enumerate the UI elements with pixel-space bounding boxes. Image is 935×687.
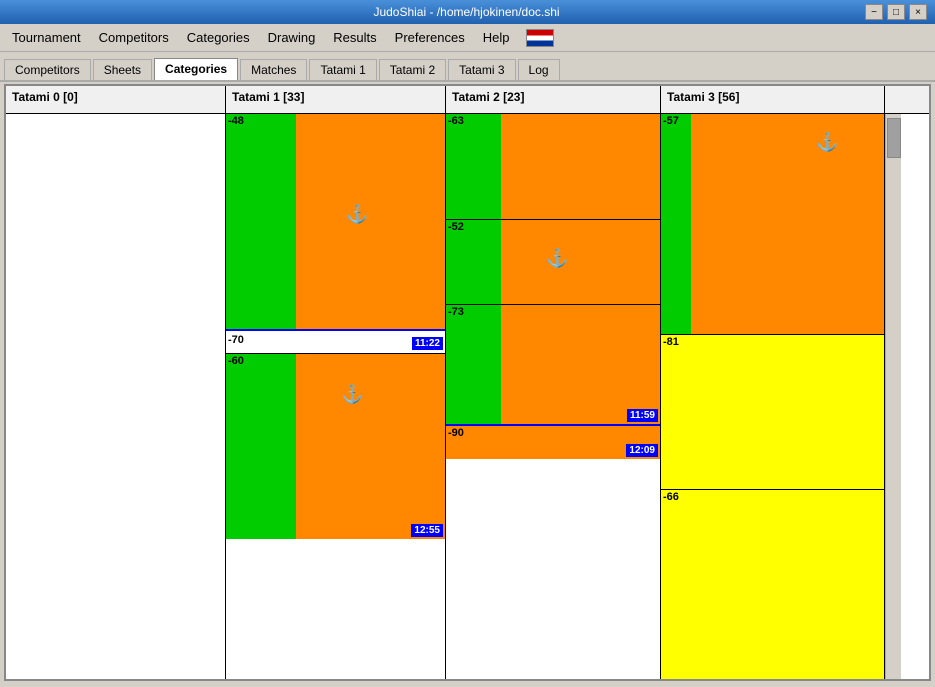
block-tatami1-60: -60 ⚓ 12:55	[226, 354, 445, 539]
menu-bar: Tournament Competitors Categories Drawin…	[0, 24, 935, 52]
block-tatami3-66: -66 14:43	[661, 489, 884, 679]
label-48: -48	[228, 115, 244, 127]
label-60: -60	[228, 355, 244, 367]
title-bar: JudoShiai - /home/hjokinen/doc.shi − □ ×	[0, 0, 935, 24]
label-90: -90	[448, 427, 464, 439]
tabs-bar: Competitors Sheets Categories Matches Ta…	[0, 52, 935, 82]
menu-item-results[interactable]: Results	[325, 28, 384, 47]
minimize-button[interactable]: −	[865, 4, 883, 20]
tab-sheets[interactable]: Sheets	[93, 59, 152, 80]
menu-item-categories[interactable]: Categories	[179, 28, 258, 47]
tab-competitors[interactable]: Competitors	[4, 59, 91, 80]
close-button[interactable]: ×	[909, 4, 927, 20]
tatami2-col: -63 -52 ⚓ -73 11:59 -90 12:09	[446, 114, 661, 679]
block-tatami3-81: -81	[661, 334, 884, 489]
label-52: -52	[448, 221, 464, 233]
header-tatami0: Tatami 0 [0]	[6, 86, 226, 113]
anchor-57: ⚓	[816, 132, 838, 153]
time-badge-1122: 11:22	[412, 337, 443, 350]
block-tatami1-48: -48 ⚓	[226, 114, 445, 329]
header-tatami2: Tatami 2 [23]	[446, 86, 661, 113]
tatami0-col	[6, 114, 226, 679]
header-tatami1: Tatami 1 [33]	[226, 86, 446, 113]
block-tatami3-57: -57 ⚓	[661, 114, 884, 334]
flag-icon	[526, 29, 554, 47]
tab-matches[interactable]: Matches	[240, 59, 307, 80]
time-badge-1159: 11:59	[627, 409, 658, 422]
label-57: -57	[663, 115, 679, 127]
anchor-48: ⚓	[346, 204, 368, 225]
anchor-60: ⚓	[341, 384, 363, 405]
window-title: JudoShiai - /home/hjokinen/doc.shi	[68, 5, 865, 19]
block-tatami1-70: -70 11:22	[226, 329, 445, 354]
tab-log[interactable]: Log	[518, 59, 560, 80]
block-tatami2-90: -90 12:09	[446, 424, 660, 459]
label-81: -81	[663, 336, 679, 348]
anchor-52: ⚓	[546, 248, 568, 269]
grid-header: Tatami 0 [0] Tatami 1 [33] Tatami 2 [23]…	[6, 86, 929, 114]
label-63: -63	[448, 115, 464, 127]
menu-item-help[interactable]: Help	[475, 28, 518, 47]
time-badge-1255: 12:55	[411, 524, 443, 537]
grid-body: -48 ⚓ -70 11:22 -60 ⚓ 12:55 -63	[6, 114, 929, 679]
tab-categories[interactable]: Categories	[154, 58, 238, 80]
header-tatami3: Tatami 3 [56]	[661, 86, 885, 113]
tab-tatami1[interactable]: Tatami 1	[309, 59, 376, 80]
block-tatami2-52: -52 ⚓	[446, 219, 660, 304]
menu-item-drawing[interactable]: Drawing	[260, 28, 324, 47]
label-70: -70	[228, 334, 244, 346]
tatami1-col: -48 ⚓ -70 11:22 -60 ⚓ 12:55	[226, 114, 446, 679]
block-tatami2-73: -73 11:59	[446, 304, 660, 424]
menu-item-preferences[interactable]: Preferences	[387, 28, 473, 47]
time-badge-1209: 12:09	[626, 444, 658, 457]
scroll-thumb[interactable]	[887, 118, 901, 158]
label-73: -73	[448, 306, 464, 318]
menu-item-competitors[interactable]: Competitors	[91, 28, 177, 47]
label-66: -66	[663, 491, 679, 503]
menu-item-tournament[interactable]: Tournament	[4, 28, 89, 47]
tatami3-col: -57 ⚓ -81 -66 14:43	[661, 114, 885, 679]
main-area: Tatami 0 [0] Tatami 1 [33] Tatami 2 [23]…	[4, 84, 931, 681]
block-tatami2-63: -63	[446, 114, 660, 219]
maximize-button[interactable]: □	[887, 4, 905, 20]
tab-tatami3[interactable]: Tatami 3	[448, 59, 515, 80]
scrollbar[interactable]	[885, 114, 901, 679]
tab-tatami2[interactable]: Tatami 2	[379, 59, 446, 80]
